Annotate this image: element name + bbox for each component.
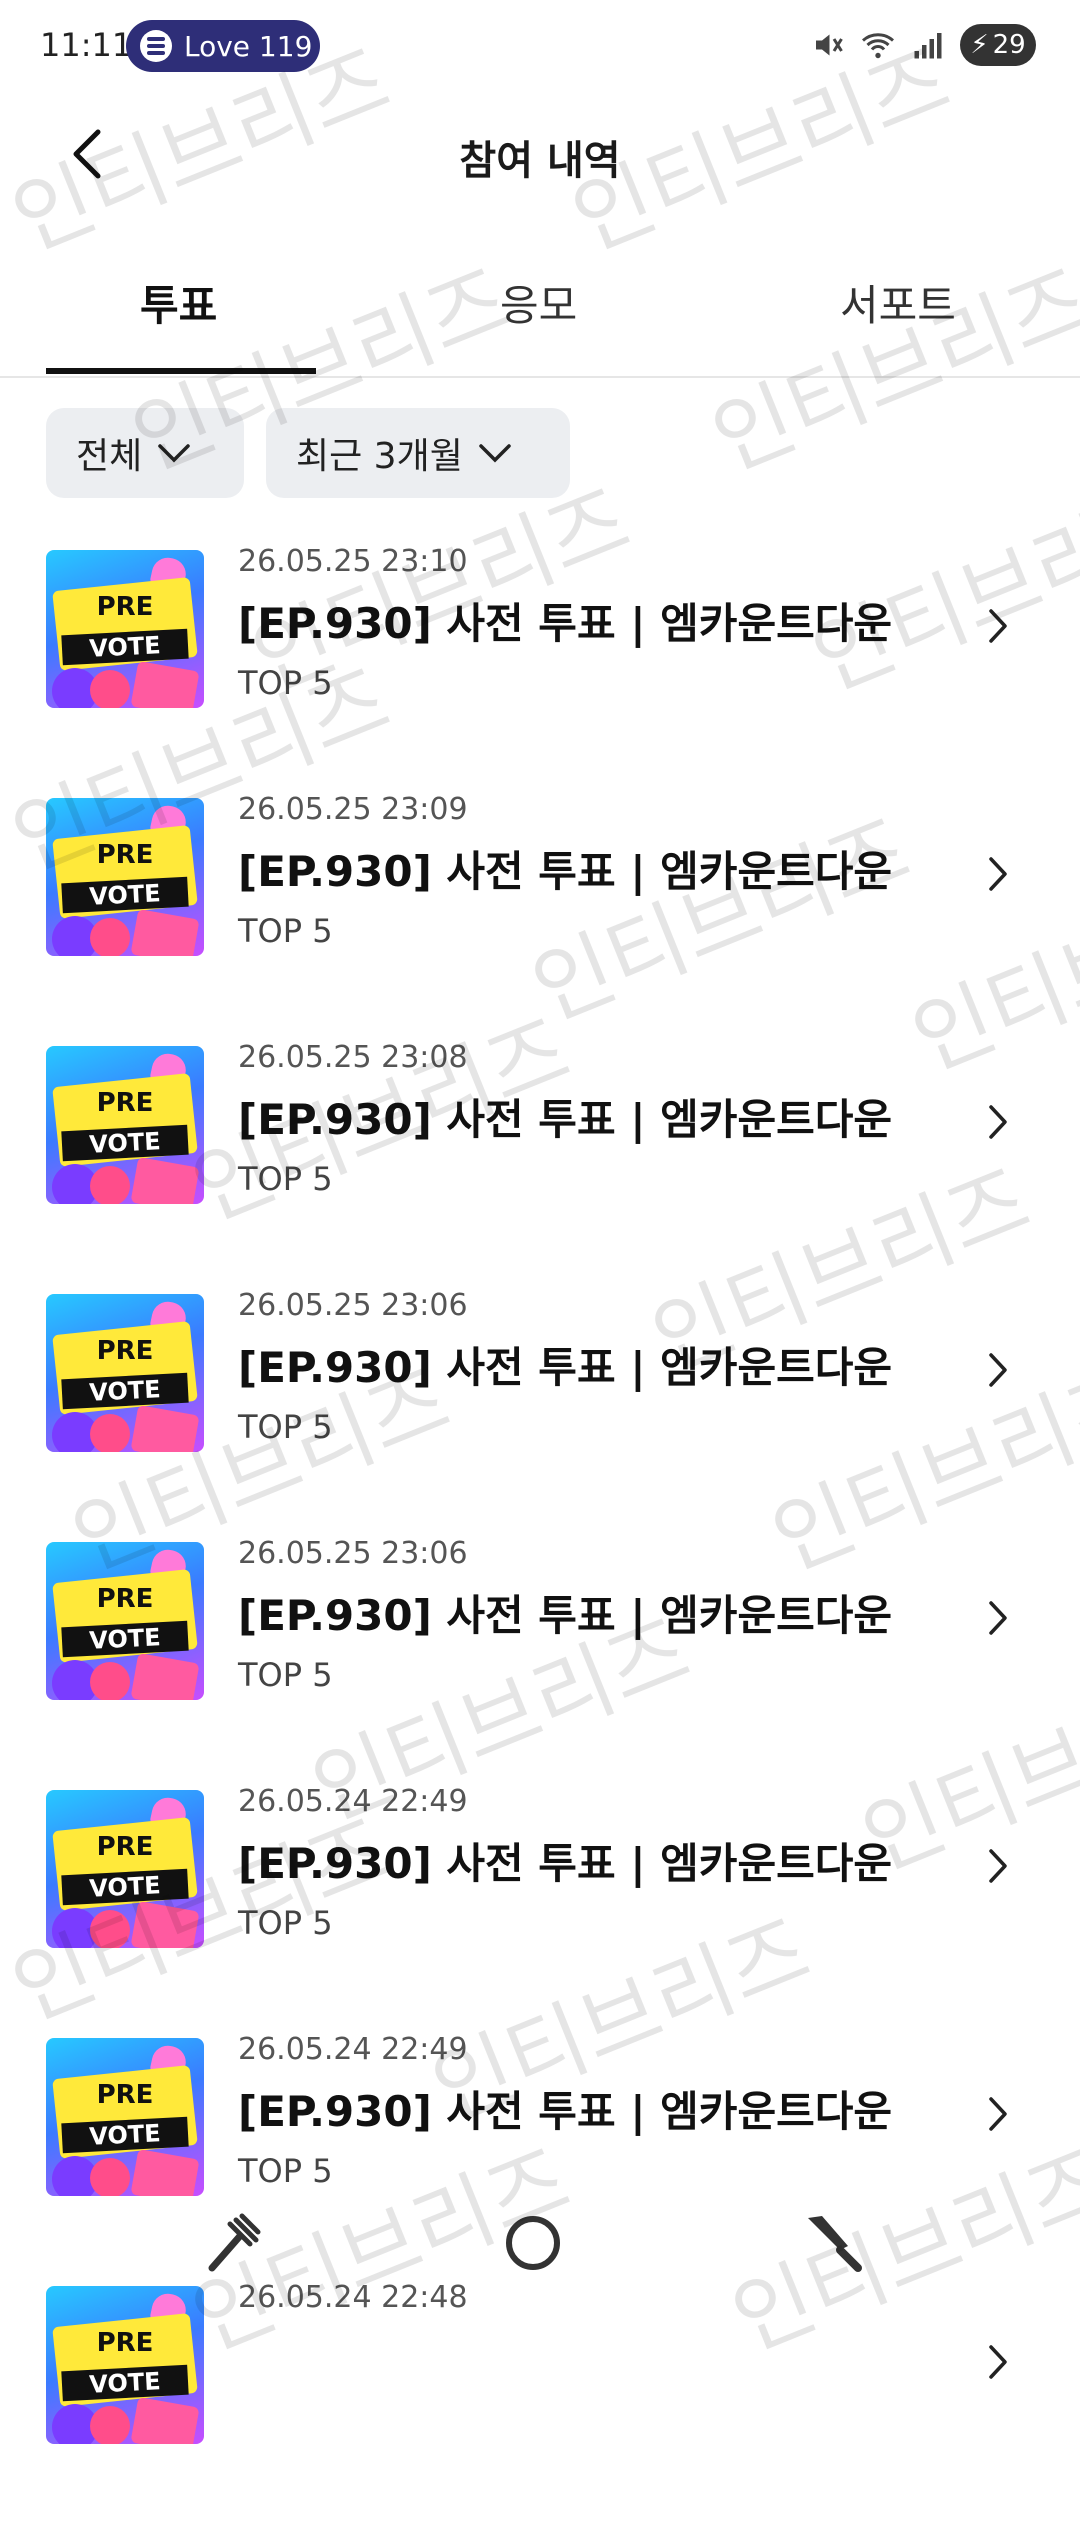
filter-bar: 전체 최근 3개월 [46, 408, 570, 498]
media-title: Love 119 [184, 29, 313, 63]
chevron-right-icon [989, 1601, 1007, 1635]
pre-vote-thumbnail: PRE VOTE [46, 2038, 204, 2196]
chevron-right-icon [989, 1105, 1007, 1139]
thumbnail-pre-text: PRE [96, 1832, 154, 1862]
item-date: 26.05.25 23:10 [238, 544, 468, 579]
item-subtitle: TOP 5 [238, 664, 333, 702]
item-title: [EP.930] 사전 투표 | 엠카운트다운 [238, 1095, 893, 1144]
spotify-icon [140, 30, 172, 62]
tab-support[interactable]: 서포트 [840, 272, 956, 333]
item-title: [EP.930] 사전 투표 | 엠카운트다운 [238, 847, 893, 896]
thumbnail-vote-text: VOTE [61, 628, 189, 666]
thumbnail-vote-text: VOTE [61, 1620, 189, 1658]
thumbnail-pre-text: PRE [96, 1336, 154, 1366]
charging-icon: ⚡ [970, 30, 989, 60]
thumbnail-pre-text: PRE [96, 840, 154, 870]
item-title: [EP.930] 사전 투표 | 엠카운트다운 [238, 1839, 893, 1888]
item-date: 26.05.25 23:06 [238, 1536, 468, 1571]
tab-vote[interactable]: 투표 [140, 272, 217, 333]
period-filter-dropdown[interactable]: 최근 3개월 [266, 408, 570, 498]
page-title: 참여 내역 [459, 138, 621, 184]
item-date: 26.05.24 22:49 [238, 2032, 468, 2067]
item-date: 26.05.25 23:06 [238, 1288, 468, 1323]
list-item[interactable]: PRE VOTE 26.05.25 23:10 [EP.930] 사전 투표 |… [0, 540, 1080, 788]
thumbnail-pre-text: PRE [96, 1584, 154, 1614]
pre-vote-thumbnail: PRE VOTE [46, 1046, 204, 1204]
pre-vote-thumbnail: PRE VOTE [46, 1294, 204, 1452]
list-item[interactable]: PRE VOTE 26.05.24 22:48 [0, 2276, 1080, 2524]
mute-icon [816, 34, 843, 56]
pre-vote-thumbnail: PRE VOTE [46, 1790, 204, 1948]
thumbnail-pre-text: PRE [96, 2328, 154, 2358]
battery-level: 29 [992, 30, 1026, 60]
fork-icon[interactable] [200, 2210, 266, 2276]
pre-vote-thumbnail: PRE VOTE [46, 550, 204, 708]
item-date: 26.05.24 22:49 [238, 1784, 468, 1819]
media-pill[interactable]: Love 119 [126, 20, 320, 72]
home-circle-icon[interactable] [500, 2210, 566, 2276]
signal-icon [914, 33, 942, 59]
item-subtitle: TOP 5 [238, 1408, 333, 1446]
list-item[interactable]: PRE VOTE 26.05.25 23:09 [EP.930] 사전 투표 |… [0, 788, 1080, 1036]
chevron-right-icon [989, 1353, 1007, 1387]
thumbnail-vote-text: VOTE [61, 2364, 189, 2402]
chevron-right-icon [989, 2345, 1007, 2379]
list-item[interactable]: PRE VOTE 26.05.25 23:08 [EP.930] 사전 투표 |… [0, 1036, 1080, 1284]
pre-vote-thumbnail: PRE VOTE [46, 2286, 204, 2444]
status-icons: ⚡ 29 [810, 24, 1036, 66]
tab-bar: 투표 응모 서포트 [0, 250, 1080, 378]
item-date: 26.05.25 23:09 [238, 792, 468, 827]
type-filter-dropdown[interactable]: 전체 [46, 408, 244, 498]
list-item[interactable]: PRE VOTE 26.05.25 23:06 [EP.930] 사전 투표 |… [0, 1532, 1080, 1780]
thumbnail-vote-text: VOTE [61, 1868, 189, 1906]
pre-vote-thumbnail: PRE VOTE [46, 1542, 204, 1700]
chevron-right-icon [989, 2097, 1007, 2131]
item-subtitle: TOP 5 [238, 1160, 333, 1198]
chevron-right-icon [989, 857, 1007, 891]
thumbnail-pre-text: PRE [96, 2080, 154, 2110]
chevron-right-icon [989, 1849, 1007, 1883]
period-filter-label: 최근 3개월 [296, 436, 463, 477]
chevron-right-icon [989, 609, 1007, 643]
status-bar: 11:11 Love 119 ⚡ 29 [0, 0, 1080, 100]
item-title: [EP.930] 사전 투표 | 엠카운트다운 [238, 2087, 893, 2136]
status-time: 11:11 [40, 26, 133, 64]
battery-indicator: ⚡ 29 [960, 24, 1036, 66]
chevron-down-icon [158, 444, 190, 463]
item-title: [EP.930] 사전 투표 | 엠카운트다운 [238, 1343, 893, 1392]
item-subtitle: TOP 5 [238, 2152, 333, 2190]
active-tab-indicator [46, 368, 316, 374]
navigation-bar [0, 2210, 1080, 2290]
item-date: 26.05.25 23:08 [238, 1040, 468, 1075]
item-title: [EP.930] 사전 투표 | 엠카운트다운 [238, 1591, 893, 1640]
item-subtitle: TOP 5 [238, 1656, 333, 1694]
thumbnail-vote-text: VOTE [61, 1124, 189, 1162]
knife-icon[interactable] [800, 2210, 866, 2276]
type-filter-label: 전체 [76, 436, 143, 477]
app-header: 참여 내역 [0, 110, 1080, 200]
thumbnail-vote-text: VOTE [61, 1372, 189, 1410]
item-title: [EP.930] 사전 투표 | 엠카운트다운 [238, 599, 893, 648]
thumbnail-vote-text: VOTE [61, 876, 189, 914]
list-item[interactable]: PRE VOTE 26.05.25 23:06 [EP.930] 사전 투표 |… [0, 1284, 1080, 1532]
item-subtitle: TOP 5 [238, 1904, 333, 1942]
thumbnail-pre-text: PRE [96, 592, 154, 622]
item-subtitle: TOP 5 [238, 912, 333, 950]
tab-entry[interactable]: 응모 [500, 272, 577, 333]
wifi-icon [862, 33, 894, 59]
chevron-down-icon [479, 444, 511, 463]
list-item[interactable]: PRE VOTE 26.05.24 22:49 [EP.930] 사전 투표 |… [0, 1780, 1080, 2028]
thumbnail-vote-text: VOTE [61, 2116, 189, 2154]
thumbnail-pre-text: PRE [96, 1088, 154, 1118]
pre-vote-thumbnail: PRE VOTE [46, 798, 204, 956]
